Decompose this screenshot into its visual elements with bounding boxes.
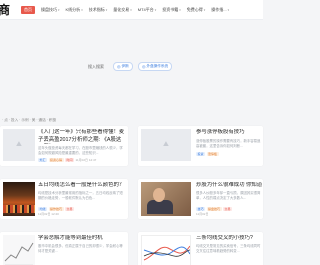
nav-item-trading-skills[interactable]: 操盘技巧 ▾ [41, 7, 60, 13]
nav-label: K线分析 [65, 7, 81, 12]
article-title[interactable]: 三条均线交叉的小技巧? [196, 235, 262, 243]
top-navigation-bar: 商 首页 操盘技巧 ▾ K线分析 ▾ 技术指标 ▾ 量化交易 ▾ MT4平台 ▾ 投资书籍… [0, 0, 263, 20]
article-date: 11月02日 12:47 [75, 158, 97, 162]
breadcrumb: · 点 · 投入 · 示例 · 美 · 通话 · 积极 [2, 118, 57, 122]
article-card[interactable]: 三条均线交叉的小技巧? 均线交叉是常见的买卖信号，三条均线同时交叉往往意味着趋势… [138, 232, 263, 265]
article-title[interactable]: 五日均线怎么看一般是什么颜色的？ [38, 182, 126, 190]
search-chip-2[interactable]: ◎ 外盘操作系统 [138, 62, 173, 71]
nav-label: 免费心得 [186, 7, 203, 12]
nav-item-free-notes[interactable]: 免费心得 ▾ [187, 7, 206, 13]
article-thumbnail[interactable] [141, 235, 191, 265]
tag[interactable]: 操作技巧 [48, 207, 64, 211]
nav-label: 操盘技巧 [41, 7, 57, 12]
article-summary: 很多人炒股多年却一直亏损，原因其实很简单，人性的弱点决定了大多数人... [196, 191, 261, 200]
hot-search-row: 搜入搜索 ◎ 伊斯 ◎ 外盘操作系统 [0, 60, 263, 74]
nav-label: MT4平台 [137, 7, 154, 12]
tag[interactable]: 投资 [196, 152, 206, 156]
nav-item-guide[interactable]: 操作指... ▾ [211, 7, 229, 13]
tag[interactable]: 涨停板 [206, 152, 219, 156]
article-tags: 技巧 操盘技巧 交易 [196, 207, 234, 211]
article-tags: 均线 操作技巧 交易 [38, 207, 76, 211]
article-tags: 投资 涨停板 [196, 152, 220, 156]
chevron-down-icon: ▾ [81, 8, 83, 12]
tag[interactable]: 均线 [38, 207, 48, 211]
chevron-down-icon: ▾ [154, 8, 157, 12]
chevron-down-icon: ▾ [203, 8, 206, 12]
chip-label: 伊斯 [121, 64, 129, 68]
chevron-down-icon: ▾ [179, 8, 181, 12]
nav-item-indicators[interactable]: 技术指标 ▾ [89, 7, 108, 13]
site-logo[interactable]: 商 [0, 1, 10, 18]
article-card[interactable]: 学会总解才能等到最佳时机 股市中机会很多，但真正属于自己的却很少，学会耐心等待才… [0, 232, 128, 265]
chip-label: 外盘操作系统 [146, 64, 169, 68]
article-thumbnail[interactable] [141, 129, 191, 161]
tag[interactable]: 交易 [223, 207, 233, 211]
main-nav: 首页 操盘技巧 ▾ K线分析 ▾ 技术指标 ▾ 量化交易 ▾ MT4平台 ▾ 投资书籍 ▾ … [21, 0, 235, 20]
tag[interactable]: 交易 [65, 207, 75, 211]
nav-item-kline[interactable]: K线分析 ▾ [66, 7, 83, 13]
article-summary: 均线交叉是常见的买卖信号，三条均线同时交叉往往意味着趋势的转变... [196, 244, 261, 253]
chevron-down-icon: ▾ [105, 8, 108, 12]
article-card[interactable]: 参与涨停板股有技巧 涨停板股票的操作需要有技巧，新手容易追高被套，这里告诉你如何… [138, 126, 263, 166]
nav-item-mt4[interactable]: MT4平台 ▾ [138, 7, 157, 13]
article-summary: 股市中机会很多，但真正属于自己的却很少，学会耐心等待才是关键... [38, 244, 123, 253]
nav-label: 量化交易 [113, 7, 130, 12]
nav-label: 首页 [24, 7, 32, 12]
article-summary: 均线是技术分析里最常用的指标之一，五日均线反映了短期的价格走势，一般软件默认为白… [38, 191, 123, 200]
chevron-down-icon: ▾ [227, 8, 230, 12]
nav-item-quant[interactable]: 量化交易 ▾ [113, 7, 132, 13]
nav-label: 投资书籍 [162, 7, 179, 12]
article-thumbnail[interactable] [3, 182, 35, 216]
article-summary: 涨停板股票的操作需要有技巧，新手容易追高被套，这里告诉你如何判断... [196, 139, 261, 148]
tag[interactable]: 操盘技巧 [206, 207, 222, 211]
article-meta: 11月02日 [196, 212, 208, 216]
article-title[interactable]: 学会总解才能等到最佳时机 [38, 235, 126, 243]
search-icon: ◎ [117, 64, 121, 69]
hot-search-label: 搜入搜索 [88, 64, 104, 69]
article-card[interactable]: 《入门这一年》只有那些看得懂！麦子丢高盈2017分析师之期: 《A股这一年》 这… [0, 126, 128, 166]
nav-label: 操作指... [211, 7, 227, 12]
tag[interactable]: 外汇 [38, 158, 48, 162]
article-date: 11月02日 12:20 [38, 212, 59, 216]
article-title[interactable]: 《入门这一年》只有那些看得懂！麦子丢高盈2017分析师之期: 《A股这一年》 [38, 129, 126, 144]
article-thumbnail[interactable] [3, 129, 35, 161]
nav-item-home[interactable]: 首页 [21, 6, 35, 14]
article-card[interactable]: 炒股为什么很难成功 你知道真... 很多人炒股多年却一直亏损，原因其实很简单，人… [138, 179, 263, 219]
article-date: 11月02日 [196, 212, 209, 216]
search-icon: ◎ [142, 64, 146, 69]
article-title[interactable]: 参与涨停板股有技巧 [196, 129, 262, 137]
article-tags: 外汇 投资心得 时间 11月02日 12:47 [38, 158, 96, 162]
ma-cross-chart-icon [143, 245, 190, 261]
tag[interactable]: 时间 [65, 158, 75, 162]
tag[interactable]: 投资心得 [48, 158, 64, 162]
nav-item-books[interactable]: 投资书籍 ▾ [162, 7, 181, 13]
article-thumbnail[interactable] [3, 235, 35, 265]
chevron-down-icon: ▾ [58, 8, 60, 12]
article-meta: 11月02日 12:20 [38, 212, 59, 216]
article-thumbnail[interactable] [141, 182, 191, 216]
article-card[interactable]: 五日均线怎么看一般是什么颜色的？ 均线是技术分析里最常用的指标之一，五日均线反映… [0, 179, 128, 219]
chevron-down-icon: ▾ [130, 8, 132, 12]
tag[interactable]: 技巧 [196, 207, 206, 211]
chart-thumbnail-icon [4, 242, 34, 265]
article-summary: 这年头做投资每天都在学习，在股市里赚钱的人很少，学会如何规避风险是最重要的，这些… [38, 146, 123, 155]
nav-label: 技术指标 [88, 7, 105, 12]
article-title[interactable]: 炒股为什么很难成功 你知道真... [196, 182, 262, 190]
search-chip-1[interactable]: ◎ 伊斯 [113, 62, 133, 71]
